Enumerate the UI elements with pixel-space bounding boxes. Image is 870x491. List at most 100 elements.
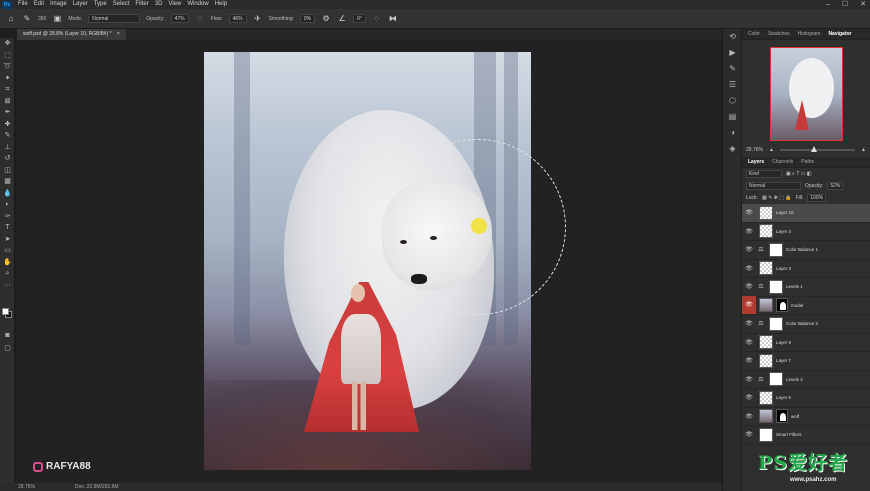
layer-thumbnail[interactable] [759,409,773,424]
maximize-icon[interactable]: ☐ [842,0,848,9]
angle-field[interactable]: 0° [353,14,366,23]
path-select-tool-icon[interactable]: ➤ [0,234,15,246]
visibility-eye-icon[interactable]: 👁 [742,296,756,315]
visibility-eye-icon[interactable]: 👁 [742,246,756,253]
brushes-panel-icon[interactable]: ✎ [723,61,742,77]
hand-tool-icon[interactable]: ✋ [0,257,15,269]
visibility-eye-icon[interactable]: 👁 [742,376,756,383]
zoom-in-icon[interactable]: ▲ [861,147,866,153]
brush-settings-icon[interactable]: ▣ [52,14,62,24]
visibility-eye-icon[interactable]: 👁 [742,431,756,438]
menu-filter[interactable]: Filter [132,0,151,9]
pressure-opacity-icon[interactable]: ◌ [195,14,205,24]
home-icon[interactable]: ⌂ [6,14,16,24]
layer-row[interactable]: 👁 Layer 10 [742,204,870,223]
visibility-eye-icon[interactable]: 👁 [742,413,756,420]
visibility-eye-icon[interactable]: 👁 [742,394,756,401]
layer-thumbnail[interactable] [759,427,773,442]
eraser-tool-icon[interactable]: ◫ [0,165,15,177]
pressure-size-icon[interactable]: ◌ [372,14,382,24]
layer-opacity-field[interactable]: 52% [827,182,844,190]
layer-fill-field[interactable]: 100% [807,194,827,202]
layer-mask-thumbnail[interactable] [769,279,783,294]
layer-mask-thumbnail[interactable] [769,372,783,387]
styles-panel-icon[interactable]: ◈ [723,141,742,157]
blur-tool-icon[interactable]: 💧 [0,188,15,200]
tab-layers[interactable]: Layers [748,159,764,165]
status-doc-size[interactable]: Doc: 22.9M/282.6M [75,484,119,490]
crop-tool-icon[interactable]: ⌗ [0,84,15,96]
layer-thumbnail[interactable] [759,353,773,368]
layer-row[interactable]: 👁 Layer 7 [742,352,870,371]
menu-help[interactable]: Help [212,0,230,9]
layer-thumbnail[interactable] [759,298,773,313]
type-tool-icon[interactable]: T [0,222,15,234]
smoothing-field[interactable]: 0% [299,14,316,23]
airbrush-icon[interactable]: ✈ [253,14,263,24]
frame-tool-icon[interactable]: ⊠ [0,96,15,108]
tab-channels[interactable]: Channels [772,159,793,165]
layer-row[interactable]: 👁 ⚖ Color Balance 2 [742,315,870,334]
libraries-panel-icon[interactable]: ▤ [723,109,742,125]
gear-icon[interactable]: ⚙ [321,14,331,24]
pen-tool-icon[interactable]: ✑ [0,211,15,223]
layer-thumbnail[interactable] [759,205,773,220]
screen-mode-icon[interactable]: ▢ [0,343,15,355]
opacity-field[interactable]: 47% [170,14,189,23]
actions-panel-icon[interactable]: ▶ [723,45,742,61]
brush-tool-icon[interactable]: ✎ [0,130,15,142]
history-panel-icon[interactable]: ⟲ [723,29,742,45]
close-icon[interactable]: ✕ [860,0,866,9]
visibility-eye-icon[interactable]: 👁 [742,283,756,290]
symmetry-icon[interactable]: ⧓ [388,14,398,24]
mode-select[interactable]: Normal [88,14,141,23]
lock-icons[interactable]: ▦ ✎ ✥ ⬚ 🔒 [762,195,792,201]
filter-kind-select[interactable]: Kind [746,170,782,178]
lasso-tool-icon[interactable]: ➰ [0,61,15,73]
quick-mask-icon[interactable]: ◙ [0,330,15,342]
move-tool-icon[interactable]: ✥ [0,38,15,50]
tab-paths[interactable]: Paths [801,159,814,165]
layer-row[interactable]: 👁 Layer 5 [742,389,870,408]
layer-row[interactable]: 👁 wolf [742,408,870,426]
layer-row[interactable]: 👁 Layer 4 [742,223,870,241]
layer-mask-thumbnail[interactable] [769,316,783,331]
zoom-tool-icon[interactable]: ⌕ [0,268,15,280]
flow-field[interactable]: 46% [228,14,247,23]
brush-tool-icon[interactable]: ✎ [22,14,32,24]
filter-icons[interactable]: ▣ ◐ T ▭ ◧ [786,171,812,177]
menu-image[interactable]: Image [47,0,70,9]
navigator-preview[interactable] [770,47,843,141]
3d-panel-icon[interactable]: ⬡ [723,93,742,109]
visibility-eye-icon[interactable]: 👁 [742,265,756,272]
document-tab[interactable]: wolf.psd @ 28.8% (Layer 10, RGB/8#) * × [17,29,126,40]
menu-file[interactable]: File [15,0,31,9]
menu-window[interactable]: Window [184,0,211,9]
adjustments-panel-icon[interactable]: ◑ [723,125,742,141]
menu-view[interactable]: View [165,0,184,9]
layer-mask-thumbnail[interactable] [776,409,788,424]
more-tools-icon[interactable]: ··· [0,280,15,292]
stamp-tool-icon[interactable]: ⊥ [0,142,15,154]
layer-row[interactable]: 👁 ⚖ Levels 2 [742,371,870,389]
visibility-eye-icon[interactable]: 👁 [742,320,756,327]
eyedropper-tool-icon[interactable]: ✒ [0,107,15,119]
menu-edit[interactable]: Edit [31,0,47,9]
visibility-eye-icon[interactable]: 👁 [742,339,756,346]
zoom-out-icon[interactable]: ▲ [769,147,774,153]
navigator-zoom-value[interactable]: 28.76% [746,147,763,153]
shape-tool-icon[interactable]: ▭ [0,245,15,257]
gradient-tool-icon[interactable]: ▦ [0,176,15,188]
layer-mask-thumbnail[interactable] [769,242,783,257]
menu-3d[interactable]: 3D [152,0,166,9]
layer-mask-thumbnail[interactable] [776,298,788,313]
tab-navigator[interactable]: Navigator [828,31,851,37]
brush-size[interactable]: 350 [38,16,46,22]
dodge-tool-icon[interactable]: ◐ [0,199,15,211]
blend-mode-select[interactable]: Normal [746,182,801,190]
tab-swatches[interactable]: Swatches [768,31,790,37]
layer-thumbnail[interactable] [759,224,773,239]
slider-knob[interactable] [811,146,818,152]
menu-type[interactable]: Type [91,0,110,9]
layer-row[interactable]: 👁 ⚖ Levels 1 [742,278,870,297]
